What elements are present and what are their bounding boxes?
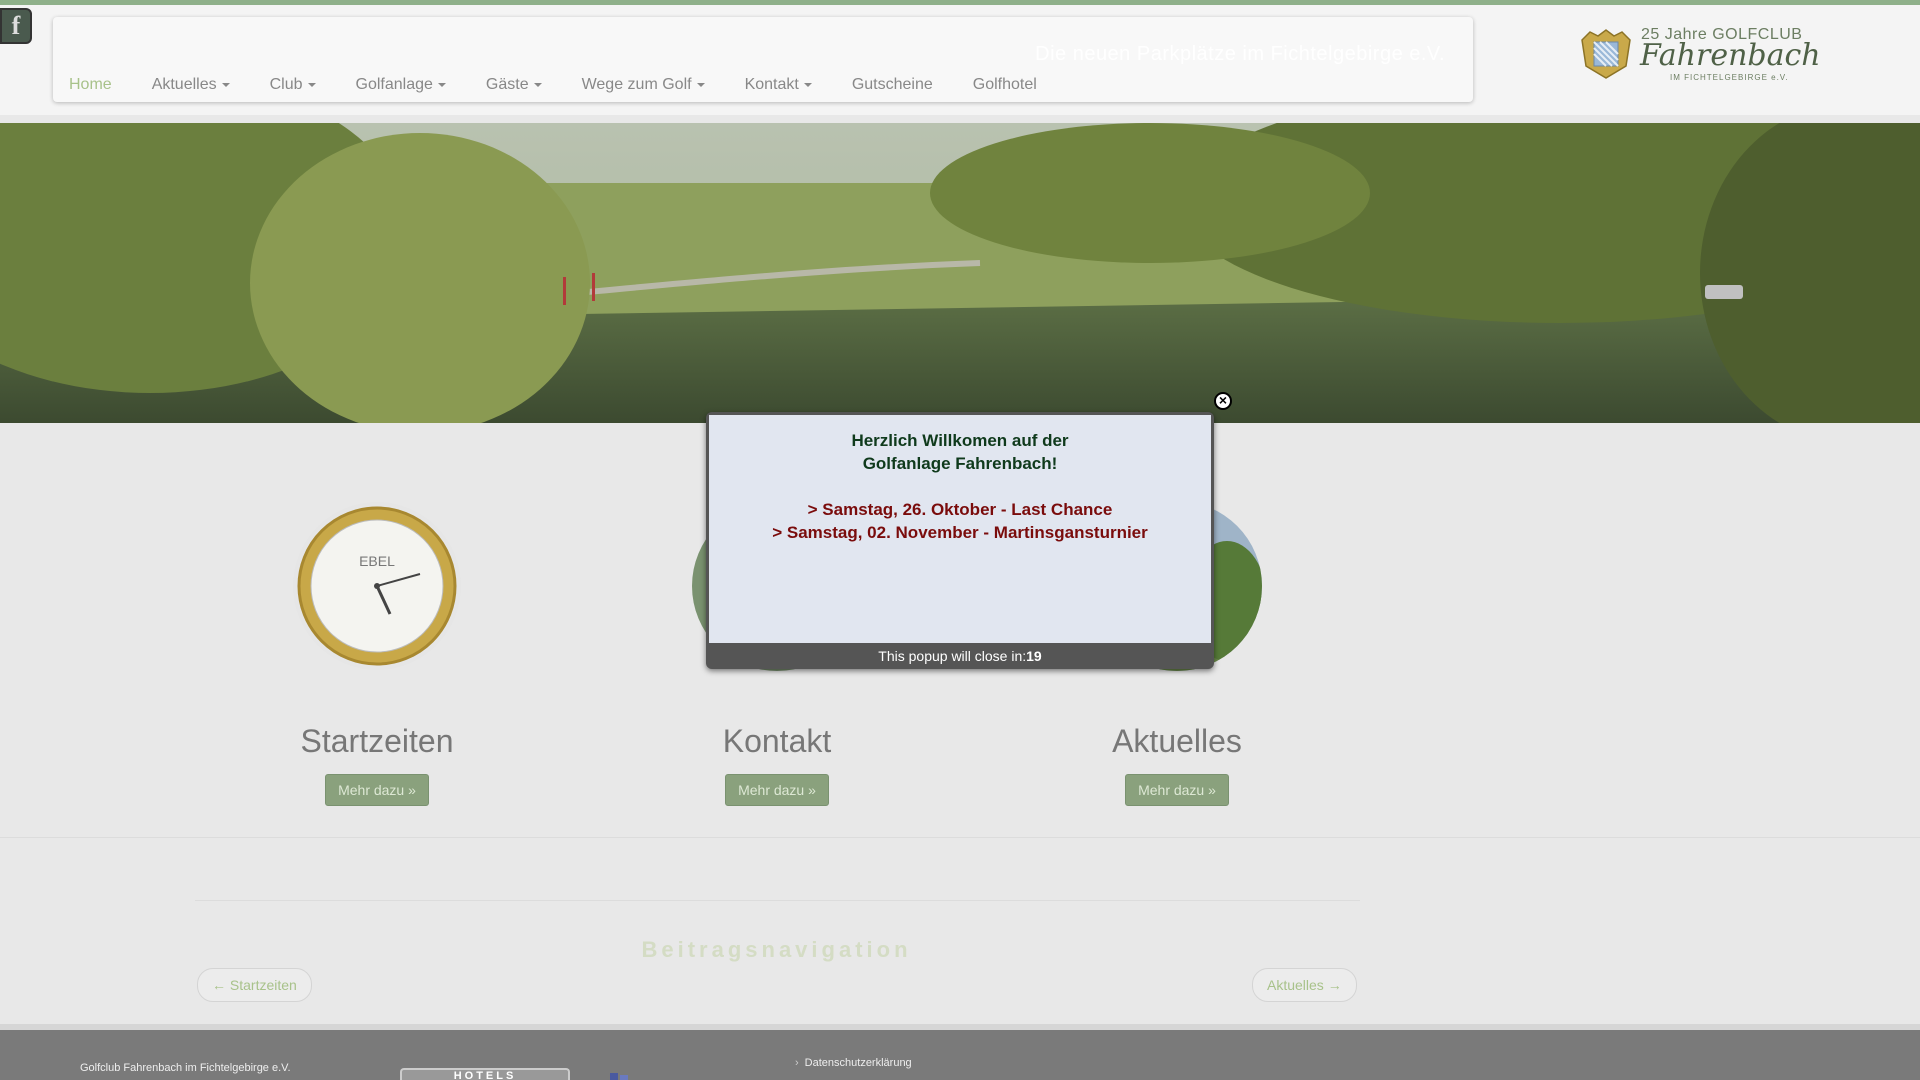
hero-image — [0, 123, 1920, 423]
mehr-dazu-button[interactable]: Mehr dazu » — [325, 774, 429, 806]
popup-countdown: This popup will close in:19 — [706, 648, 1214, 664]
nav-label: Golfanlage — [355, 76, 433, 93]
clock-icon: EBEL — [293, 502, 461, 670]
nav-label: Wege zum Golf — [581, 76, 692, 93]
nav-kontakt[interactable]: Kontakt — [745, 76, 812, 94]
prev-post-link[interactable]: ← Startzeiten — [197, 968, 312, 1002]
feature-title: Kontakt — [722, 723, 832, 759]
popup-welcome-line2: Golfanlage Fahrenbach! — [862, 454, 1058, 473]
main-navbar: Die neuen Parkplätze im Fichtelgebirge e… — [53, 17, 1473, 102]
popup-close-icon[interactable]: × — [1214, 392, 1232, 410]
nav-gutscheine[interactable]: Gutscheine — [852, 76, 933, 94]
chevron-right-icon: › — [795, 1057, 799, 1069]
nav-gaeste[interactable]: Gäste — [486, 76, 542, 94]
nav-club[interactable]: Club — [270, 76, 316, 94]
logo-line2: Fahrenbach — [1640, 38, 1821, 73]
site-footer: Golfclub Fahrenbach im Fichtelgebirge e.… — [0, 1024, 1920, 1080]
caret-down-icon — [437, 82, 446, 87]
nav-home[interactable]: Home — [69, 76, 112, 94]
next-post-link[interactable]: Aktuelles → — [1252, 968, 1357, 1002]
caret-down-icon — [307, 82, 316, 87]
logo-line3: IM FICHTELGEBIRGE e.V. — [1670, 73, 1789, 82]
welcome-popup: Herzlich Willkomen auf der Golfanlage Fa… — [706, 412, 1214, 669]
nav-wege-zum-golf[interactable]: Wege zum Golf — [582, 76, 705, 94]
facebook-icon[interactable]: f — [0, 8, 32, 44]
caret-down-icon — [221, 82, 230, 87]
divider — [0, 837, 1920, 838]
club-logo[interactable]: 25 Jahre GOLFCLUB Fahrenbach IM FICHTELG… — [1578, 22, 1822, 87]
feature-title: Aktuelles — [1112, 723, 1242, 759]
popup-welcome: Herzlich Willkomen auf der Golfanlage Fa… — [709, 429, 1211, 475]
nav-aktuelles[interactable]: Aktuelles — [152, 76, 230, 94]
mehr-dazu-button[interactable]: Mehr dazu » — [725, 774, 829, 806]
nav-label: Kontakt — [744, 76, 799, 93]
popup-content: Herzlich Willkomen auf der Golfanlage Fa… — [709, 415, 1211, 643]
nav-label: Aktuelles — [151, 76, 217, 93]
partner-logo-icon[interactable] — [608, 1070, 648, 1080]
nav-golfanlage[interactable]: Golfanlage — [356, 76, 446, 94]
footer-club-name: Golfclub Fahrenbach im Fichtelgebirge e.… — [80, 1062, 291, 1074]
feature-startzeiten: EBEL Startzeiten Mehr dazu » — [227, 501, 527, 806]
popup-countdown-label: This popup will close in: — [878, 648, 1027, 664]
nav-label: Club — [269, 76, 303, 93]
popup-event-2: > Samstag, 02. November - Martinsganstur… — [772, 523, 1148, 542]
clock-image[interactable]: EBEL — [292, 501, 462, 671]
mehr-dazu-button[interactable]: Mehr dazu » — [1125, 774, 1229, 806]
popup-event-1: > Samstag, 26. Oktober - Last Chance — [807, 500, 1113, 519]
navbar-tagline: Die neuen Parkplätze im Fichtelgebirge e… — [1035, 43, 1445, 65]
caret-down-icon — [696, 82, 705, 87]
footer-privacy-label: Datenschutzerklärung — [804, 1057, 912, 1069]
nav-golfhotel[interactable]: Golfhotel — [973, 76, 1037, 94]
nav-label: Golfhotel — [972, 76, 1037, 93]
popup-countdown-value: 19 — [1026, 648, 1042, 664]
post-navigation-heading: Beitragsnavigation — [641, 937, 912, 962]
main-nav: Home Aktuelles Club Golfanlage Gäste Weg… — [69, 76, 1077, 94]
caret-down-icon — [533, 82, 542, 87]
nav-label: Home — [69, 76, 112, 93]
clock-brand-label: EBEL — [359, 553, 395, 569]
nav-label: Gutscheine — [851, 76, 933, 93]
hotels-badge[interactable]: HOTELS — [400, 1068, 570, 1080]
caret-down-icon — [803, 82, 812, 87]
feature-title: Startzeiten — [300, 723, 454, 759]
divider — [195, 900, 1360, 901]
popup-welcome-line1: Herzlich Willkomen auf der — [851, 431, 1069, 450]
nav-label: Gäste — [485, 76, 529, 93]
footer-privacy-link[interactable]: › Datenschutzerklärung — [795, 1057, 912, 1069]
